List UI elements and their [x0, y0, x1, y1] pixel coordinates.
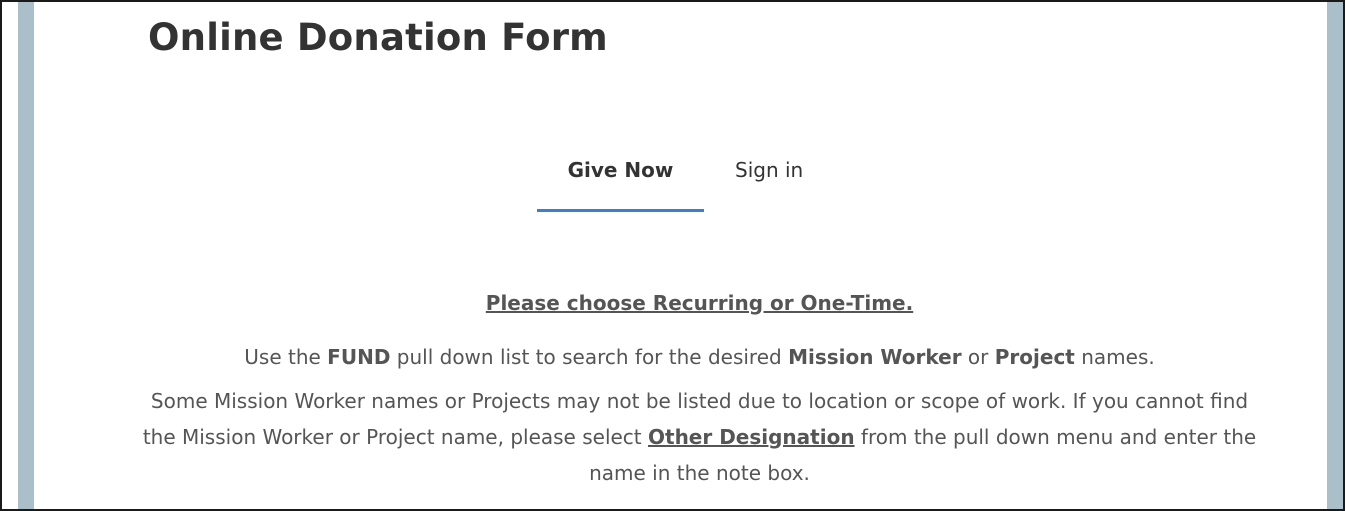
left-side-bar	[18, 2, 34, 509]
designation-note: Some Mission Worker names or Projects ma…	[142, 383, 1257, 491]
tab-give-now[interactable]: Give Now	[537, 152, 704, 212]
project-keyword: Project	[994, 345, 1075, 369]
instructions: Please choose Recurring or One-Time. Use…	[142, 285, 1257, 491]
fund-instruction: Use the FUND pull down list to search fo…	[142, 339, 1257, 375]
right-side-bar	[1327, 2, 1343, 509]
fund-text-2: pull down list to search for the desired	[390, 345, 789, 369]
fund-text-4: names.	[1074, 345, 1155, 369]
fund-text-3: or	[961, 345, 995, 369]
page-frame: Online Donation Form Give Now Sign in Pl…	[0, 0, 1345, 511]
mission-worker-keyword: Mission Worker	[788, 345, 962, 369]
choose-heading: Please choose Recurring or One-Time.	[485, 291, 914, 315]
tab-sign-in[interactable]: Sign in	[704, 152, 834, 212]
fund-text-1: Use the	[244, 345, 328, 369]
tab-bar: Give Now Sign in	[537, 152, 834, 212]
other-designation-link[interactable]: Other Designation	[648, 425, 855, 449]
page-title: Online Donation Form	[148, 16, 608, 59]
fund-keyword: FUND	[327, 345, 391, 369]
